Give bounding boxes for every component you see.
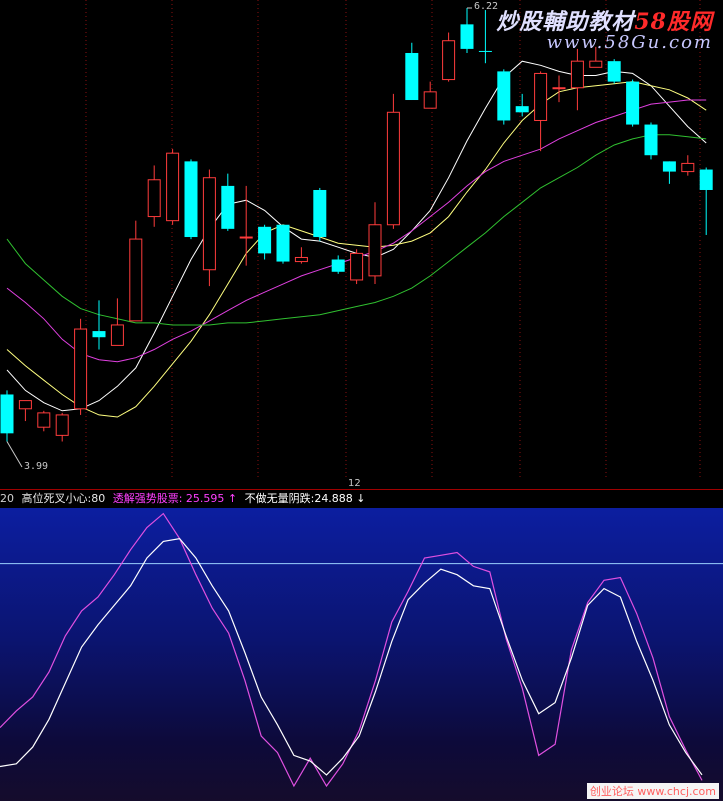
candle-body: [55, 414, 69, 436]
candle-35: [644, 122, 658, 160]
candle-body: [331, 259, 345, 272]
low-price-label: 3.99: [24, 461, 49, 472]
candle-body: [460, 24, 474, 49]
indicator-legend: 20 高位死叉小心:80 透解强势股票: 25.595 ↑ 不做无量阴跌:24.…: [0, 490, 723, 508]
candle-21: [386, 93, 400, 229]
watermark-url: www.58Gu.com: [546, 32, 713, 53]
candle-body: [662, 161, 676, 172]
candle-34: [626, 79, 640, 127]
candle-18: [331, 255, 345, 274]
candle-6: [110, 298, 124, 346]
indicator-chart-panel[interactable]: 创业论坛 www.chcj.com: [0, 508, 723, 801]
candle-body: [607, 61, 621, 82]
candle-body: [129, 238, 143, 322]
legend-series-strong: 透解强势股票: 25.595 ↑: [112, 492, 238, 505]
candle-body: [166, 152, 180, 222]
candle-body: [644, 124, 658, 156]
candle-body: [313, 189, 327, 238]
candle-11: [202, 169, 216, 287]
candle-9: [166, 149, 180, 225]
candle-body: [184, 161, 198, 238]
candle-37: [681, 155, 695, 176]
candle-body: [258, 226, 272, 254]
candle-22: [405, 42, 419, 101]
candle-5: [92, 300, 106, 350]
high-price-label: 6.22: [474, 1, 499, 12]
candle-2: [37, 410, 51, 432]
candle-25: [460, 8, 474, 53]
candle-body: [221, 185, 235, 229]
candle-body: [276, 224, 290, 262]
candle-16: [294, 247, 308, 264]
price-chart-panel[interactable]: 6.22 3.99 炒股輔助教材58股网 www.58Gu.com: [0, 0, 723, 478]
candle-body: [589, 60, 603, 68]
candle-17: [313, 187, 327, 242]
candle-body: [681, 162, 695, 173]
candle-19: [350, 249, 364, 285]
chart-window: 6.22 3.99 炒股輔助教材58股网 www.58Gu.com 12 20 …: [0, 0, 723, 801]
candle-body: [534, 72, 548, 121]
ma-line-3: [6, 134, 707, 326]
candle-20: [368, 202, 382, 285]
candle-body: [423, 91, 437, 109]
candle-body: [552, 87, 566, 90]
candle-4: [74, 318, 88, 415]
candle-body: [110, 324, 124, 346]
candle-body: [294, 256, 308, 263]
candle-3: [55, 412, 69, 442]
candle-body: [386, 111, 400, 226]
candle-body: [0, 394, 14, 434]
candle-33: [607, 59, 621, 84]
candle-13: [239, 185, 253, 266]
candle-body: [478, 50, 492, 52]
candle-body: [699, 169, 713, 190]
candle-body: [37, 412, 51, 428]
candle-body: [626, 81, 640, 125]
low-price-leader: [6, 441, 23, 468]
legend-period: 20: [0, 492, 14, 505]
indicator-chart: [0, 512, 723, 788]
ma-line-0: [6, 60, 707, 412]
candle-body: [497, 71, 511, 121]
indicator-line-0: [0, 512, 703, 788]
watermark-footer: 创业论坛 www.chcj.com: [586, 783, 719, 799]
candle-36: [662, 161, 676, 184]
candle-10: [184, 159, 198, 240]
candle-30: [552, 75, 566, 103]
indicator-line-1: [0, 537, 703, 776]
candle-38: [699, 167, 713, 235]
candle-14: [258, 224, 272, 260]
candle-body: [442, 40, 456, 81]
ma-line-2: [6, 99, 707, 363]
candle-1: [18, 400, 32, 422]
candle-body: [570, 60, 584, 89]
candle-24: [442, 32, 456, 82]
candle-body: [92, 331, 106, 338]
candle-body: [74, 328, 88, 410]
candle-26: [478, 10, 492, 64]
candle-body: [350, 252, 364, 281]
candle-body: [18, 400, 32, 410]
candle-28: [515, 93, 529, 117]
candle-8: [147, 165, 161, 227]
candle-23: [423, 81, 437, 109]
candle-12: [221, 173, 235, 231]
candle-7: [129, 220, 143, 322]
legend-threshold: 高位死叉小心:80: [21, 492, 106, 505]
candle-body: [405, 52, 419, 101]
candle-31: [570, 48, 584, 111]
candle-body: [515, 106, 529, 113]
candlestick-chart: [0, 0, 713, 478]
candle-29: [534, 71, 548, 152]
candle-body: [368, 224, 382, 277]
candle-body: [202, 177, 216, 271]
candle-body: [147, 179, 161, 218]
legend-series-weak: 不做无量阴跌:24.888 ↓: [244, 492, 366, 505]
candle-0: [0, 390, 14, 442]
candle-15: [276, 224, 290, 264]
candle-27: [497, 69, 511, 125]
candle-body: [239, 236, 253, 239]
